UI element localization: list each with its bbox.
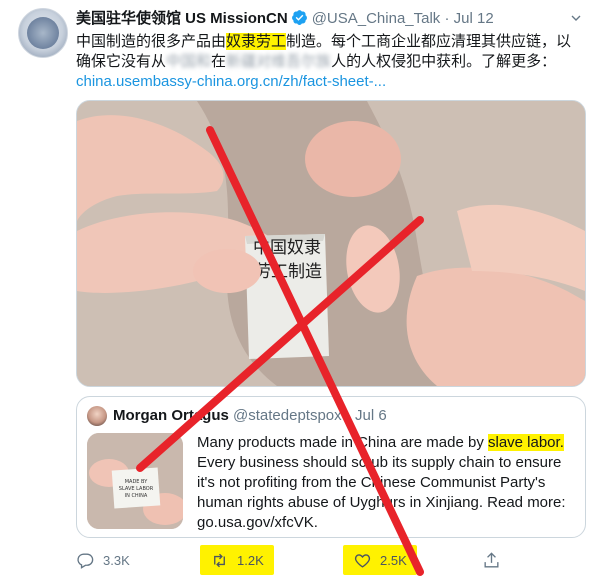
heart-icon: [354, 553, 371, 568]
author-handle[interactable]: @USA_China_Talk: [312, 10, 441, 27]
blurred-text: 中国和: [166, 53, 212, 70]
retweet-count: 1.2K: [237, 552, 264, 568]
label-line-1: 中国奴隶: [253, 238, 321, 258]
quoted-tweet-text: Many products made in China are made by …: [197, 433, 575, 533]
highlighted-text: slave labor.: [487, 434, 564, 451]
quoted-author-avatar[interactable]: [87, 406, 107, 426]
author-name[interactable]: 美国驻华使领馆 US MissionCN: [76, 10, 288, 27]
embassy-seal-icon: [27, 17, 59, 49]
label-thumbnail: MADE BY SLAVE LABOR IN CHINA: [87, 433, 183, 529]
retweet-icon: [214, 553, 225, 567]
reply-button[interactable]: 3.3K: [76, 545, 130, 575]
quoted-author-handle[interactable]: @statedeptspox: [233, 407, 342, 424]
chevron-down-icon[interactable]: [568, 10, 584, 26]
quoted-tweet[interactable]: Morgan Ortagus @statedeptspox · Jul 6 MA…: [76, 396, 586, 538]
tweet-header: 美国驻华使领馆 US MissionCN @USA_China_Talk · Ju…: [76, 8, 494, 30]
quoted-text-part: Many products made in China are made by: [197, 434, 488, 451]
tweet[interactable]: 美国驻华使领馆 US MissionCN @USA_China_Talk · Ju…: [0, 0, 598, 582]
separator-dot: ·: [345, 407, 351, 424]
tweet-date[interactable]: Jul 12: [454, 10, 494, 27]
thumb-label-line-3: IN CHINA: [125, 493, 148, 499]
retweet-button[interactable]: 1.2K: [200, 545, 274, 575]
tweet-actions: 3.3K 1.2K 2.5K: [76, 545, 536, 575]
label-line-2: 劳工制造: [254, 262, 322, 282]
separator-dot: ·: [444, 10, 450, 27]
quoted-tweet-date[interactable]: Jul 6: [355, 407, 387, 424]
label-photo: 中国奴隶 劳工制造: [77, 101, 585, 386]
tweet-link[interactable]: china.usembassy-china.org.cn/zh/fact-she…: [76, 73, 386, 90]
quoted-tweet-header: Morgan Ortagus @statedeptspox · Jul 6: [113, 405, 387, 427]
share-button[interactable]: [482, 545, 509, 575]
author-avatar[interactable]: [18, 8, 68, 58]
tweet-image[interactable]: 中国奴隶 劳工制造: [76, 100, 586, 387]
thumb-label-line-2: SLAVE LABOR: [119, 486, 154, 492]
reply-count: 3.3K: [103, 552, 130, 568]
tweet-text-part: 中国制造的很多产品由: [76, 33, 227, 50]
tweet-text-part: 人的人权侵犯中获利。了解更多：: [331, 53, 557, 70]
verified-badge-icon: [291, 10, 307, 25]
quoted-text-part: Every business should scrub its supply c…: [197, 454, 566, 531]
share-icon: [484, 551, 499, 568]
quoted-author-name[interactable]: Morgan Ortagus: [113, 407, 229, 424]
tweet-text-part: 在: [211, 53, 227, 70]
blurred-text: 新疆对维吾尔族: [226, 53, 332, 70]
quoted-tweet-image[interactable]: MADE BY SLAVE LABOR IN CHINA: [87, 433, 183, 529]
highlighted-text: 奴隶劳工: [226, 33, 287, 50]
tweet-text: 中国制造的很多产品由奴隶劳工制造。每个工商企业都应清理其供应链，以确保它没有从中…: [76, 32, 586, 92]
thumb-label-line-1: MADE BY: [125, 479, 148, 485]
like-count: 2.5K: [380, 552, 407, 568]
like-button[interactable]: 2.5K: [343, 545, 417, 575]
reply-icon: [77, 552, 94, 569]
